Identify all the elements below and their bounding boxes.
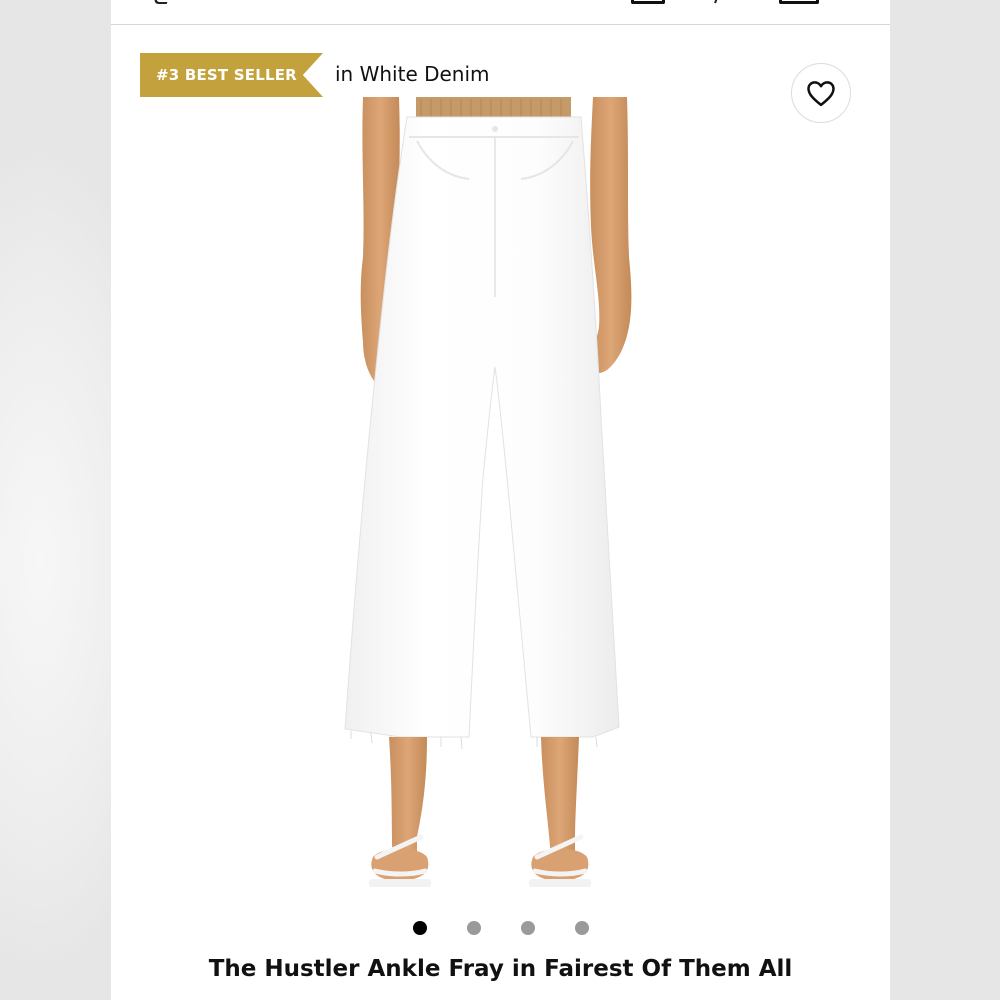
bag-icon[interactable]	[779, 0, 819, 4]
heart-icon	[807, 81, 835, 107]
wishlist-icon[interactable]	[706, 0, 720, 4]
product-panel: #3 BEST SELLER in White Denim The Hustle…	[111, 0, 890, 1000]
search-icon[interactable]	[152, 0, 172, 4]
product-title: The Hustler Ankle Fray in Fairest Of The…	[208, 956, 793, 982]
image-carousel-dots	[111, 921, 890, 937]
account-icon[interactable]	[631, 0, 665, 4]
carousel-dot-2[interactable]	[466, 921, 481, 935]
carousel-dot-1[interactable]	[412, 921, 427, 935]
color-label: in White Denim	[335, 62, 490, 86]
best-seller-label: #3 BEST SELLER	[156, 66, 297, 84]
product-image[interactable]	[241, 97, 741, 905]
best-seller-badge: #3 BEST SELLER	[140, 53, 323, 97]
add-to-wishlist-button[interactable]	[791, 63, 851, 123]
carousel-dot-4[interactable]	[574, 921, 589, 935]
carousel-dot-3[interactable]	[520, 921, 535, 935]
header-bar	[111, 0, 890, 25]
